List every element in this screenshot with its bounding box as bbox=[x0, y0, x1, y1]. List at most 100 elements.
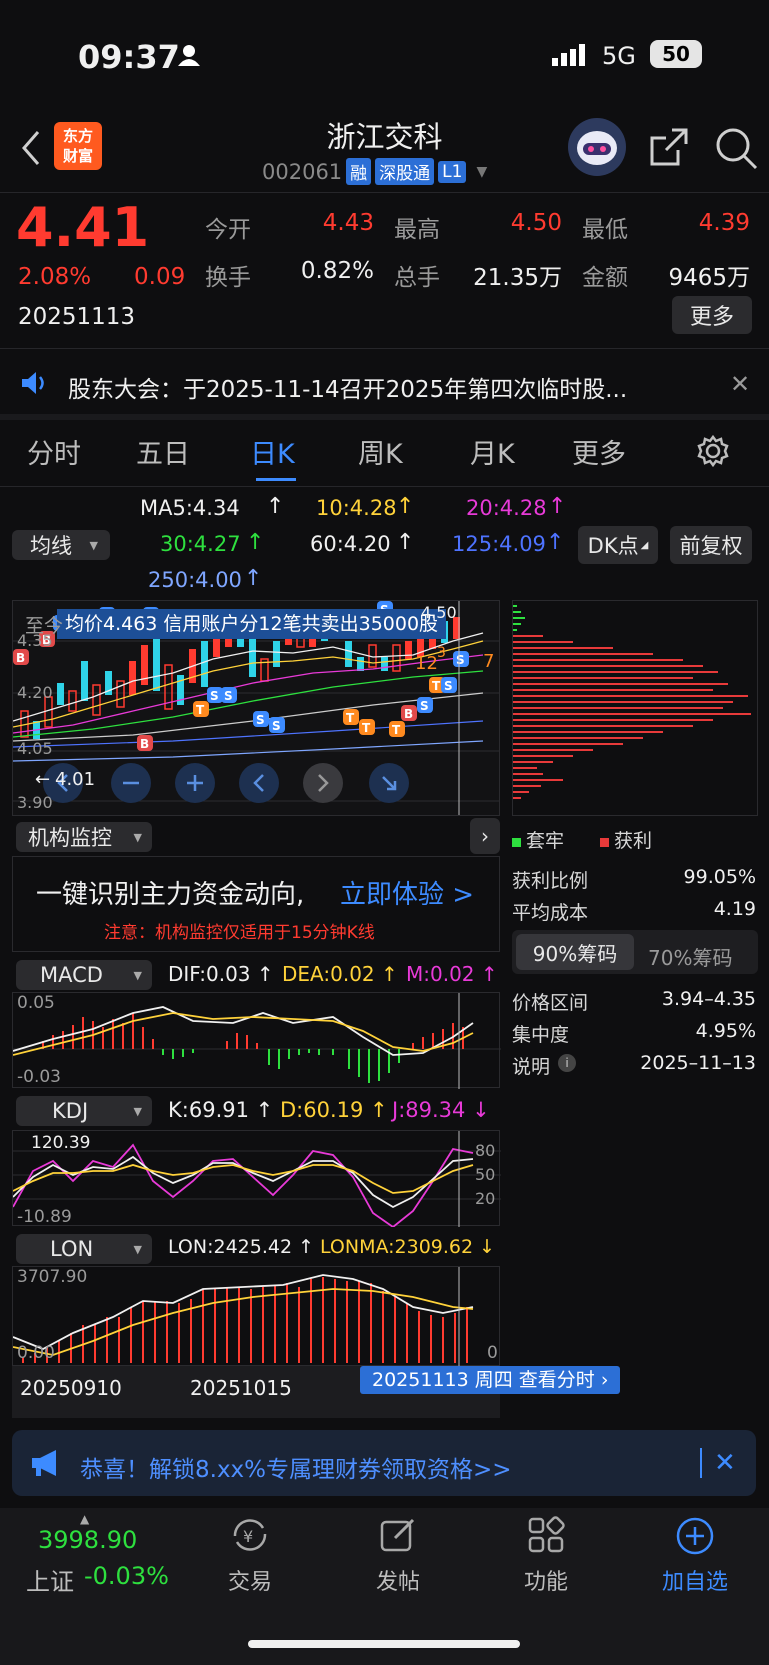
quote-date: 20251113 bbox=[18, 304, 136, 330]
svg-text:T: T bbox=[432, 679, 441, 693]
promo-close-icon[interactable]: ✕ bbox=[714, 1448, 736, 1478]
chevron-down-icon[interactable]: ▼ bbox=[476, 164, 487, 180]
robot-avatar-icon[interactable] bbox=[568, 118, 626, 176]
kdj-d: D:60.19 ↑ bbox=[280, 1098, 388, 1122]
tab-intraday[interactable]: 分时 bbox=[27, 432, 81, 471]
home-indicator bbox=[248, 1640, 520, 1648]
signal-icon bbox=[552, 44, 588, 70]
gear-icon[interactable] bbox=[696, 434, 730, 472]
index-caret-icon: ▲ bbox=[80, 1512, 90, 1526]
close-icon[interactable]: ✕ bbox=[730, 370, 750, 398]
x-date-1: 20250910 bbox=[20, 1376, 122, 1400]
ma125-value: 125:4.09 bbox=[452, 532, 546, 556]
cursor-date-button[interactable]: 20251113 周四 查看分时 › bbox=[360, 1366, 621, 1394]
svg-text:S: S bbox=[224, 689, 233, 703]
macd-dif: DIF:0.03 ↑ bbox=[168, 962, 274, 986]
edit-icon bbox=[380, 1518, 415, 1552]
expand-chevron-icon[interactable]: › bbox=[470, 818, 500, 854]
kline-chart[interactable]: B B S S S S S T S S B T T T B S T S S S bbox=[12, 600, 500, 816]
chart-top-price: 4.50 bbox=[421, 603, 457, 622]
ma-selector[interactable]: 均线 ▼ bbox=[12, 530, 110, 560]
notice-text[interactable]: 股东大会：于2025-11-14召开2025年第四次临时股... bbox=[68, 370, 627, 404]
kdj-j: J:89.34 ↓ bbox=[392, 1098, 490, 1122]
low-value: 4.39 bbox=[698, 210, 750, 236]
macd-chart[interactable]: 0.05 -0.03 bbox=[12, 992, 501, 1089]
dropdown-caret-icon: ▼ bbox=[133, 830, 142, 844]
chip-distribution-chart[interactable] bbox=[512, 600, 758, 816]
tab-weekly-k[interactable]: 周K bbox=[358, 432, 403, 471]
grid-icon bbox=[528, 1516, 565, 1553]
tab-monthly-k[interactable]: 月K bbox=[470, 432, 515, 471]
kdj-chart[interactable]: 120.39 -10.89 80 50 20 bbox=[12, 1130, 501, 1229]
nav-function-label: 功能 bbox=[523, 1570, 568, 1595]
svg-text:T: T bbox=[362, 721, 371, 735]
range-value: 3.94–4.35 bbox=[661, 988, 756, 1010]
change-pct: 2.08% bbox=[18, 264, 92, 290]
share-icon[interactable] bbox=[648, 126, 690, 172]
dropdown-caret-icon: ▼ bbox=[133, 968, 142, 982]
lon-bottom-label: 0.00 bbox=[17, 1343, 55, 1363]
tab-chip-70[interactable]: 70%筹码 bbox=[648, 942, 732, 971]
promo-text[interactable]: 恭喜！解锁8.xx%专属理财券领取资格>> bbox=[80, 1450, 512, 1484]
svg-text:B: B bbox=[404, 707, 413, 721]
dk-point-button[interactable]: DK点 ◢ bbox=[578, 526, 658, 564]
institution-selector[interactable]: 机构监控 ▼ bbox=[16, 822, 152, 852]
svg-text:T: T bbox=[346, 711, 355, 725]
battery-icon: 50 bbox=[650, 40, 702, 68]
more-button[interactable]: 更多 bbox=[672, 296, 752, 334]
svg-text:S: S bbox=[256, 713, 265, 727]
ma250-arrow: ↑ bbox=[244, 566, 263, 591]
person-icon bbox=[178, 44, 200, 66]
legend-profit: 获利 bbox=[600, 826, 652, 853]
low-marker: 4.01 bbox=[55, 769, 96, 790]
kdj-level-20: 20 bbox=[475, 1189, 496, 1208]
trade-banner[interactable]: 均价4.463 信用账户分12笔共卖出35000股 bbox=[57, 609, 447, 639]
dropdown-caret-icon: ▼ bbox=[133, 1104, 142, 1118]
info-icon[interactable]: i bbox=[558, 1054, 576, 1072]
macd-selector[interactable]: MACD ▼ bbox=[16, 960, 152, 990]
nav-controls bbox=[43, 763, 409, 803]
nav-function[interactable]: 功能 bbox=[502, 1516, 590, 1596]
tag-level: L1 bbox=[438, 160, 467, 183]
tab-more[interactable]: 更多 bbox=[572, 432, 626, 471]
macd-dea: DEA:0.02 ↑ bbox=[282, 962, 398, 986]
volume-value: 21.35万 bbox=[473, 265, 562, 291]
stock-code-row: 002061 融 深股通 L1 ▼ bbox=[262, 158, 487, 185]
nav-post[interactable]: 发帖 bbox=[354, 1516, 442, 1596]
institution-note: 注意：机构监控仅适用于15分钟K线 bbox=[104, 923, 375, 943]
ma30-arrow: ↑ bbox=[246, 530, 265, 555]
svg-text:S: S bbox=[420, 699, 429, 713]
avg-cost-value: 4.19 bbox=[713, 898, 756, 920]
index-change[interactable]: -0.03% bbox=[84, 1562, 169, 1590]
institution-cta[interactable]: 立即体验 > bbox=[340, 874, 474, 911]
svg-text:S: S bbox=[272, 719, 281, 733]
svg-text:B: B bbox=[140, 737, 149, 751]
kdj-selector[interactable]: KDJ ▼ bbox=[16, 1096, 152, 1126]
profit-ratio-label: 获利比例 bbox=[512, 870, 589, 892]
kdj-k: K:69.91 ↑ bbox=[168, 1098, 274, 1122]
nav-trade[interactable]: ¥ 交易 bbox=[206, 1516, 294, 1596]
tag-12: 12 bbox=[415, 653, 438, 674]
profit-ratio-value: 99.05% bbox=[683, 866, 756, 888]
nav-add-label: 加自选 bbox=[661, 1570, 728, 1595]
lon-selector[interactable]: LON ▼ bbox=[16, 1234, 152, 1264]
tab-chip-90[interactable]: 90%筹码 bbox=[516, 934, 634, 970]
low-label: 最低 bbox=[582, 217, 628, 243]
index-value[interactable]: 3998.90 bbox=[38, 1526, 137, 1554]
tab-daily-k[interactable]: 日K bbox=[250, 432, 295, 471]
svg-text:¥: ¥ bbox=[243, 1527, 253, 1546]
ma20-arrow: ↑ bbox=[548, 494, 567, 519]
kdj-bottom-label: -10.89 bbox=[17, 1207, 72, 1227]
lon-chart[interactable]: 3707.90 0.00 0 bbox=[12, 1266, 500, 1367]
adjust-button[interactable]: 前复权 bbox=[670, 526, 752, 564]
y-label-4: 3.90 bbox=[17, 793, 53, 812]
open-value: 4.43 bbox=[322, 210, 374, 236]
open-label: 今开 bbox=[205, 217, 251, 243]
svg-text:B: B bbox=[16, 651, 25, 665]
svg-text:T: T bbox=[392, 723, 401, 737]
ma250-value: 250:4.00 bbox=[148, 568, 242, 592]
tab-five-day[interactable]: 五日 bbox=[136, 432, 190, 471]
index-name[interactable]: 上证 bbox=[26, 1562, 74, 1597]
nav-add-watchlist[interactable]: 加自选 bbox=[650, 1516, 740, 1596]
search-icon[interactable] bbox=[714, 126, 758, 174]
